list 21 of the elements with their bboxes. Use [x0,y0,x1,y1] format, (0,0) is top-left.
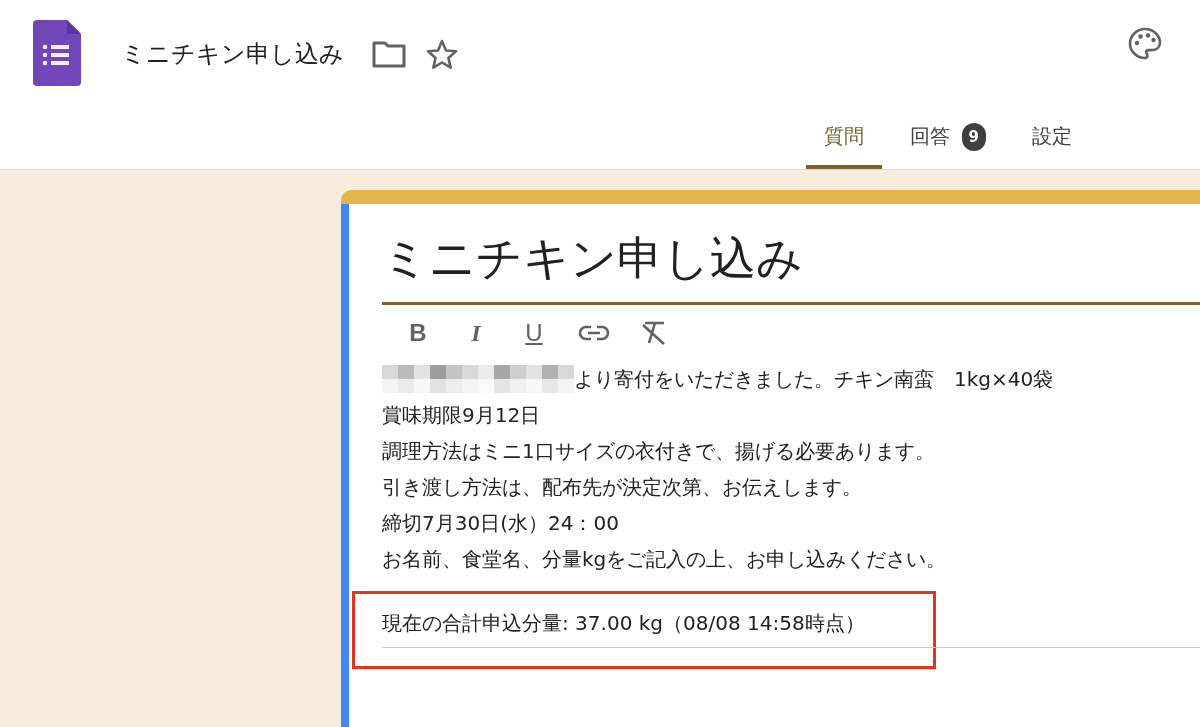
format-button[interactable]: U [520,319,548,347]
document-title[interactable]: ミニチキン申し込み [121,38,344,70]
description-text: 賞味期限9月12日 [382,402,541,429]
tab[interactable]: 設定 [1014,108,1090,169]
description-text: 引き渡し方法は、配布先が決定次第、お伝えします。 [382,474,862,501]
format-button[interactable]: B [404,319,432,347]
format-button[interactable]: I [462,319,490,347]
description-text: 締切7月30日(水）24：00 [382,510,619,537]
form-title-field[interactable]: ミニチキン申し込み [382,228,1200,305]
forms-logo-icon[interactable] [33,20,81,86]
count-badge: 9 [961,122,986,151]
star-icon[interactable] [426,39,458,69]
total-amount-text: 現在の合計申込分量: 37.00 kg（08/08 14:58時点） [382,610,1200,648]
palette-icon[interactable] [1128,27,1162,61]
tab[interactable]: 質問 [805,108,882,169]
link-icon[interactable] [578,324,610,342]
description-text: 調理方法はミニ1口サイズの衣付きで、揚げる必要あります。 [382,438,935,465]
tab[interactable]: 回答 9 [891,108,1004,169]
description-text: より寄付をいただきました。チキン南蛮 1kg×40袋 [574,366,1054,393]
description-text: お名前、食堂名、分量kgをご記入の上、お申し込みください。 [382,546,947,573]
folder-icon[interactable] [372,40,406,68]
